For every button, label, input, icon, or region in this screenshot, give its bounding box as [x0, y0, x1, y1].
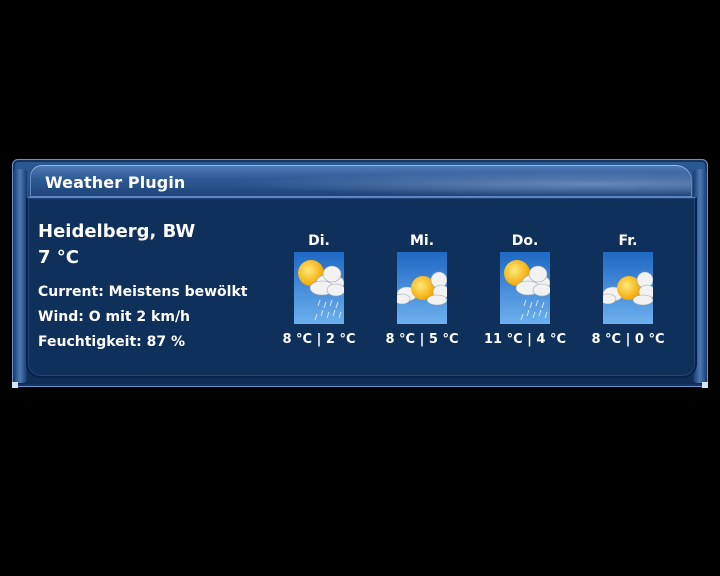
sun-behind-clouds-icon: [397, 252, 447, 324]
forecast-temperature: 8 °C | 0 °C: [591, 332, 665, 347]
partly-cloudy-rain-icon: [294, 252, 344, 324]
current-temperature: 7 °C: [38, 247, 80, 268]
forecast-day-label: Fr.: [618, 233, 638, 249]
partly-cloudy-rain-icon: [500, 252, 550, 324]
forecast-day: Do. 11 °C | 4 °C: [480, 233, 570, 347]
window-title: Weather Plugin: [45, 173, 186, 192]
forecast-day: Fr. 8 °C | 0 °C: [583, 233, 673, 347]
forecast-temperature: 8 °C | 2 °C: [282, 332, 356, 347]
humidity-info: Feuchtigkeit: 87 %: [38, 334, 186, 350]
window-header: Weather Plugin: [30, 165, 692, 197]
forecast-temperature: 8 °C | 5 °C: [385, 332, 459, 347]
forecast-temperature: 11 °C | 4 °C: [483, 332, 567, 347]
wind-info: Wind: O mit 2 km/h: [38, 309, 191, 325]
forecast-day: Di. 8 °C | 2 °C: [274, 233, 364, 347]
forecast-day-label: Di.: [308, 233, 330, 249]
location-name: Heidelberg, BW: [38, 221, 196, 242]
frame-rail-left: [13, 169, 27, 383]
frame-corner: [12, 382, 18, 388]
sun-behind-clouds-icon: [603, 252, 653, 324]
frame-corner: [702, 382, 708, 388]
forecast-day-label: Mi.: [409, 233, 435, 249]
screen: Weather Plugin Heidelberg, BW 7 °C Curre…: [0, 0, 720, 576]
weather-plugin-window: Weather Plugin Heidelberg, BW 7 °C Curre…: [12, 159, 708, 388]
forecast-day: Mi. 8 °C | 5 °C: [377, 233, 467, 347]
forecast-day-label: Do.: [511, 233, 539, 249]
current-condition: Current: Meistens bewölkt: [38, 284, 248, 300]
